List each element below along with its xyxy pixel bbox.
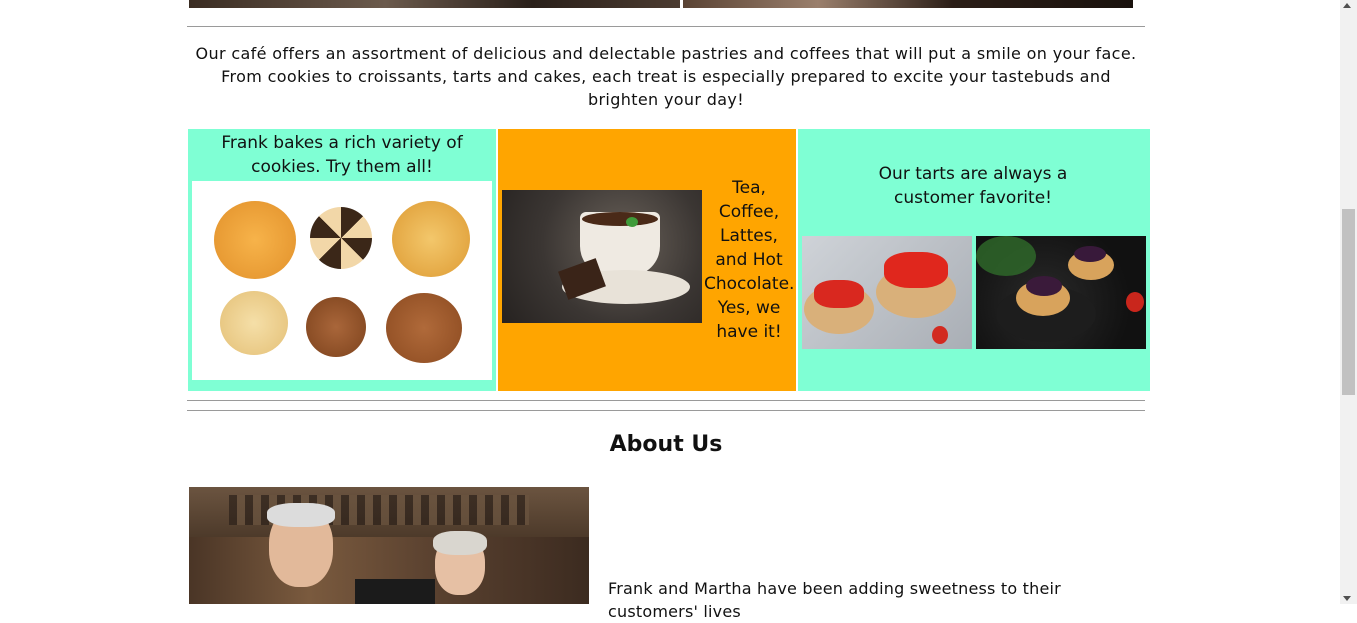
owners-photo — [189, 487, 589, 604]
divider — [187, 26, 1145, 27]
divider — [187, 410, 1145, 411]
divider — [187, 400, 1145, 401]
cookies-panel: Frank bakes a rich variety of cookies. T… — [188, 129, 496, 391]
about-heading: About Us — [609, 432, 723, 457]
strawberry-tarts-photo — [802, 236, 972, 349]
gallery-photo-right — [683, 0, 1133, 8]
tarts-caption: Our tarts are always a customer favorite… — [878, 164, 1068, 208]
berry-tarts-photo — [976, 236, 1146, 349]
scroll-down-icon[interactable] — [1343, 596, 1351, 601]
tarts-panel: Our tarts are always a customer favorite… — [798, 129, 1150, 391]
intro-paragraph: Our café offers an assortment of delicio… — [195, 44, 1137, 109]
hot-chocolate-photo — [502, 190, 702, 323]
cookies-caption: Frank bakes a rich variety of cookies. T… — [221, 133, 463, 177]
scroll-up-icon[interactable] — [1343, 3, 1351, 8]
about-paragraph: Frank and Martha have been adding sweetn… — [608, 579, 1061, 621]
gallery-photo-left — [189, 0, 680, 8]
drinks-panel: Tea, Coffee, Lattes, and Hot Chocolate. … — [498, 129, 796, 391]
drinks-caption: Tea, Coffee, Lattes, and Hot Chocolate. … — [704, 178, 795, 342]
scrollbar-thumb[interactable] — [1342, 209, 1355, 395]
cookies-photo — [192, 181, 492, 380]
